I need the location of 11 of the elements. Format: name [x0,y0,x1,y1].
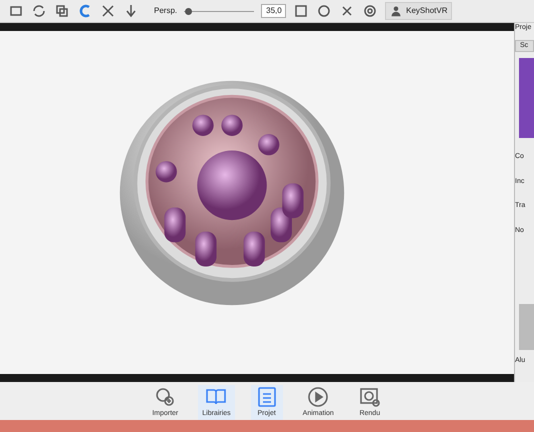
perspective-value-field[interactable]: 35,0 [261,4,286,18]
person-icon [390,5,402,17]
settings-icon[interactable] [362,3,378,19]
copy-icon[interactable] [54,3,70,19]
slider-thumb[interactable] [184,8,192,14]
play-icon [306,385,330,409]
refresh-icon[interactable] [31,3,47,19]
keyshotvr-button[interactable]: KeyShotVR [385,2,452,20]
perspective-slider[interactable] [184,7,254,15]
perspective-label: Persp. [154,5,178,17]
render-icon [358,385,382,409]
